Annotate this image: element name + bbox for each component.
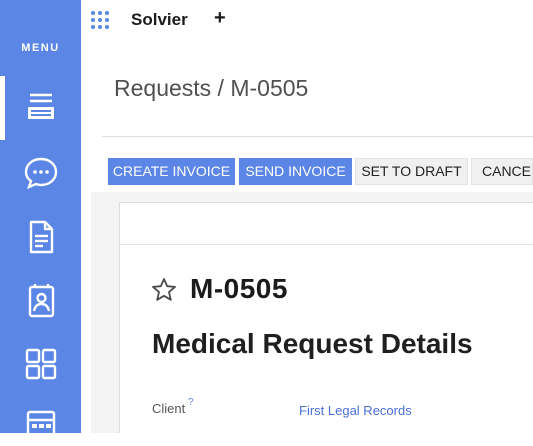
star-icon[interactable] <box>151 277 177 303</box>
breadcrumb: Requests / M-0505 <box>114 75 309 101</box>
form-sheet <box>119 202 533 433</box>
record-title: Medical Request Details <box>152 328 473 359</box>
contact-card-icon[interactable] <box>22 282 60 320</box>
cancel-button[interactable]: CANCEL <box>471 158 533 185</box>
add-button[interactable]: + <box>214 7 226 30</box>
app-name[interactable]: Solvier <box>131 10 188 30</box>
menu-label: MENU <box>21 42 60 54</box>
dashboard-grid-icon[interactable] <box>22 345 60 383</box>
send-invoice-button[interactable]: SEND INVOICE <box>239 158 352 185</box>
set-to-draft-button[interactable]: SET TO DRAFT <box>355 158 468 185</box>
sidebar: MENU <box>0 0 81 444</box>
top-bar: Solvier + <box>81 0 533 40</box>
sheet-header-divider <box>120 244 533 245</box>
client-label: Client <box>152 401 186 416</box>
chat-bubble-icon[interactable] <box>22 154 60 192</box>
header-divider <box>102 136 533 137</box>
list-stack-icon[interactable] <box>22 88 60 126</box>
client-link[interactable]: First Legal Records <box>299 403 412 418</box>
client-help-icon[interactable]: ? <box>188 397 194 408</box>
active-item-marker <box>0 76 5 140</box>
create-invoice-button[interactable]: CREATE INVOICE <box>108 158 235 185</box>
calculator-icon[interactable] <box>22 408 60 446</box>
record-reference: M-0505 <box>190 273 288 304</box>
document-icon[interactable] <box>22 218 60 256</box>
app-grid-icon[interactable] <box>90 10 110 30</box>
